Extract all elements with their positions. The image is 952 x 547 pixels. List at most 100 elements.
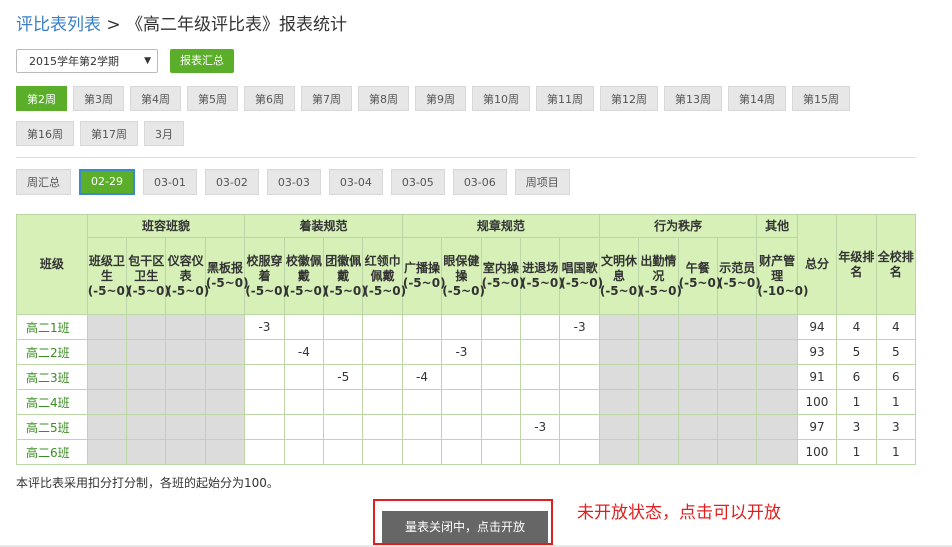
day-tab-weekly-items[interactable]: 周项目 (514, 169, 570, 195)
group-header: 班容班貌 (86, 214, 246, 238)
group-header: 其他 (756, 214, 798, 238)
score-cell (598, 339, 640, 365)
score-cell (283, 364, 325, 390)
group-header: 规章规范 (401, 214, 600, 238)
class-name-link[interactable]: 高二6班 (16, 439, 88, 465)
score-cell (441, 314, 482, 340)
score-cell (756, 439, 798, 465)
score-cell (204, 439, 246, 465)
day-tab[interactable]: 03-06 (452, 169, 507, 195)
week-tab[interactable]: 第2周 (16, 86, 67, 111)
class-name-link[interactable]: 高二3班 (16, 364, 88, 390)
score-cell (559, 364, 600, 390)
open-form-button[interactable]: 量表关闭中，点击开放 (382, 511, 548, 543)
term-select[interactable]: 2015学年第2学期 ▼ (16, 49, 158, 73)
week-tab[interactable]: 第5周 (187, 86, 238, 111)
week-tab[interactable]: 第12周 (600, 86, 658, 111)
day-tab[interactable]: 03-05 (390, 169, 445, 195)
week-tab[interactable]: 第11周 (536, 86, 594, 111)
score-cell: -5 (323, 364, 364, 390)
total-cell: 94 (796, 314, 838, 340)
class-name-link[interactable]: 高二1班 (16, 314, 88, 340)
score-cell: -3 (559, 314, 600, 340)
week-tab[interactable]: 第9周 (415, 86, 466, 111)
day-tab[interactable]: 03-04 (328, 169, 383, 195)
score-cell (323, 414, 364, 440)
score-cell (480, 364, 522, 390)
breadcrumb: 评比表列表 > 《高二年级评比表》报表统计 (16, 10, 347, 35)
score-cell (480, 339, 522, 365)
score-cell (401, 339, 443, 365)
criterion-header: 包干区卫生(-5~0) (126, 237, 170, 315)
summary-button[interactable]: 报表汇总 (170, 49, 234, 73)
criterion-header: 进退场(-5~0) (520, 237, 564, 315)
score-cell (716, 314, 758, 340)
group-header: 行为秩序 (598, 214, 758, 238)
day-tab[interactable]: 02-29 (79, 169, 135, 195)
score-cell (716, 414, 758, 440)
score-cell (559, 439, 600, 465)
week-tab[interactable]: 第8周 (358, 86, 409, 111)
group-header: 着装规范 (244, 214, 403, 238)
week-tab[interactable]: 第3周 (73, 86, 124, 111)
score-cell (638, 339, 679, 365)
class-name-link[interactable]: 高二5班 (16, 414, 88, 440)
score-cell (559, 339, 600, 365)
score-cell: -3 (520, 414, 561, 440)
score-cell (756, 339, 798, 365)
page-title: 《高二年级评比表》报表统计 (126, 15, 348, 35)
score-cell (244, 364, 285, 390)
score-cell (598, 364, 640, 390)
score-cell: -3 (441, 339, 482, 365)
score-cell (204, 414, 246, 440)
score-cell (362, 414, 403, 440)
score-cell (126, 414, 167, 440)
score-cell (283, 439, 325, 465)
week-tab[interactable]: 第17周 (80, 121, 138, 146)
criterion-header: 眼保健操(-5~0) (441, 237, 485, 315)
score-cell (716, 439, 758, 465)
score-cell (165, 364, 206, 390)
score-cell (165, 339, 206, 365)
criterion-header: 示范员(-5~0) (716, 237, 761, 315)
total-cell: 100 (796, 439, 838, 465)
day-tab-weekly-summary[interactable]: 周汇总 (16, 169, 71, 195)
class-name-link[interactable]: 高二2班 (16, 339, 88, 365)
score-cell (86, 339, 128, 365)
month-tab[interactable]: 3月 (144, 121, 184, 146)
grade-rank-cell: 5 (836, 339, 877, 365)
week-tab[interactable]: 第13周 (664, 86, 722, 111)
score-cell (598, 389, 640, 415)
week-tab[interactable]: 第14周 (728, 86, 786, 111)
score-cell (441, 364, 482, 390)
class-name-link[interactable]: 高二4班 (16, 389, 88, 415)
score-cell (598, 314, 640, 340)
score-cell (677, 439, 719, 465)
score-cell (638, 389, 679, 415)
score-cell (441, 414, 482, 440)
scoring-note: 本评比表采用扣分打分制，各班的起始分为100。 (16, 476, 279, 490)
school-rank-cell: 6 (875, 364, 917, 390)
week-tab[interactable]: 第16周 (16, 121, 74, 146)
week-tab[interactable]: 第7周 (301, 86, 352, 111)
week-tab[interactable]: 第6周 (244, 86, 295, 111)
score-cell (283, 389, 325, 415)
divider (16, 157, 916, 158)
day-tab[interactable]: 03-03 (266, 169, 321, 195)
breadcrumb-link[interactable]: 评比表列表 (16, 15, 101, 35)
score-cell (716, 339, 758, 365)
status-hint: 未开放状态，点击可以开放 (577, 503, 781, 523)
total-cell: 93 (796, 339, 838, 365)
score-cell (165, 314, 206, 340)
week-tab[interactable]: 第15周 (792, 86, 850, 111)
day-tab[interactable]: 03-02 (204, 169, 259, 195)
school-rank-cell: 5 (875, 339, 917, 365)
criterion-header: 校徽佩戴(-5~0) (283, 237, 327, 315)
week-tab[interactable]: 第10周 (472, 86, 530, 111)
score-cell (756, 364, 798, 390)
score-cell (244, 339, 285, 365)
school-rank-cell: 1 (875, 439, 917, 465)
score-cell (716, 364, 758, 390)
day-tab[interactable]: 03-01 (142, 169, 197, 195)
week-tab[interactable]: 第4周 (130, 86, 181, 111)
